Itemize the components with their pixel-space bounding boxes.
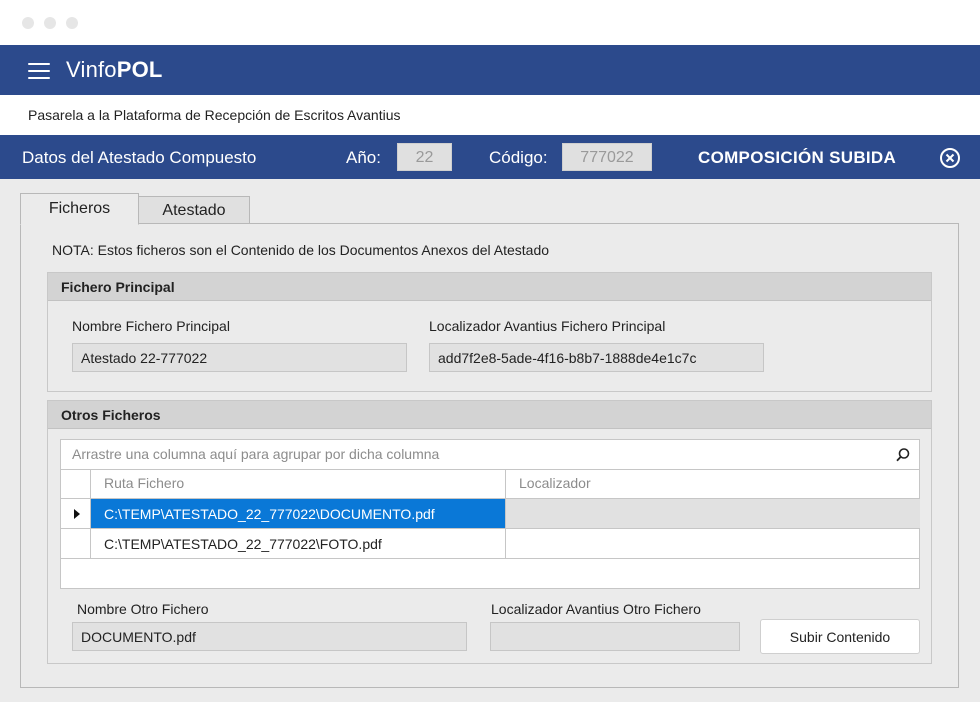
window-chrome <box>0 0 980 45</box>
files-grid: Arrastre una columna aquí para agrupar p… <box>60 439 920 589</box>
row-indicator <box>61 499 91 529</box>
tab-atestado[interactable]: Atestado <box>138 196 250 224</box>
code-label: Código: <box>489 148 548 167</box>
row-pointer-icon <box>74 509 80 519</box>
app-bar: VinfoPOL <box>0 45 980 95</box>
menu-icon[interactable] <box>28 63 50 79</box>
subtitle-bar: Pasarela a la Plataforma de Recepción de… <box>0 95 980 135</box>
record-title: Datos del Atestado Compuesto <box>22 148 257 167</box>
main-file-locator-label: Localizador Avantius Fichero Principal <box>429 318 666 334</box>
code-field: 777022 <box>562 143 652 171</box>
table-row-path[interactable]: C:\TEMP\ATESTADO_22_777022\DOCUMENTO.pdf <box>91 499 506 529</box>
other-files-section-title: Otros Ficheros <box>48 401 931 429</box>
search-icon[interactable] <box>895 447 911 463</box>
year-label: Año: <box>346 148 381 167</box>
column-header-localizador[interactable]: Localizador <box>506 469 920 499</box>
other-file-locator-label: Localizador Avantius Otro Fichero <box>491 601 701 617</box>
group-by-panel[interactable]: Arrastre una columna aquí para agrupar p… <box>61 440 919 470</box>
grid-header-indicator <box>61 469 91 499</box>
main-file-name-field[interactable]: Atestado 22-777022 <box>72 343 407 372</box>
row-indicator <box>61 529 91 559</box>
table-row-locator[interactable] <box>506 529 920 559</box>
column-header-ruta[interactable]: Ruta Fichero <box>91 469 506 499</box>
upload-content-button[interactable]: Subir Contenido <box>760 619 920 654</box>
app-title: VinfoPOL <box>66 57 163 82</box>
record-header: Datos del Atestado Compuesto Año: 22 Cód… <box>0 135 980 179</box>
table-row-locator[interactable] <box>506 499 920 529</box>
main-file-section-title: Fichero Principal <box>48 273 931 301</box>
page-subtitle: Pasarela a la Plataforma de Recepción de… <box>28 107 401 123</box>
window-dot-maximize[interactable] <box>66 17 78 29</box>
main-file-name-label: Nombre Fichero Principal <box>72 318 230 334</box>
year-field: 22 <box>397 143 452 171</box>
other-file-locator-field[interactable] <box>490 622 740 651</box>
close-icon[interactable] <box>939 147 961 169</box>
tab-ficheros[interactable]: Ficheros <box>20 193 139 225</box>
main-file-locator-field[interactable]: add7f2e8-5ade-4f16-b8b7-1888de4e1c7c <box>429 343 764 372</box>
other-file-name-label: Nombre Otro Fichero <box>77 601 209 617</box>
status-label: COMPOSICIÓN SUBIDA <box>698 148 897 167</box>
table-row-path[interactable]: C:\TEMP\ATESTADO_22_777022\FOTO.pdf <box>91 529 506 559</box>
window-dot-close[interactable] <box>22 17 34 29</box>
window-dot-minimize[interactable] <box>44 17 56 29</box>
note-text: NOTA: Estos ficheros son el Contenido de… <box>52 242 550 258</box>
other-file-name-field[interactable]: DOCUMENTO.pdf <box>72 622 467 651</box>
